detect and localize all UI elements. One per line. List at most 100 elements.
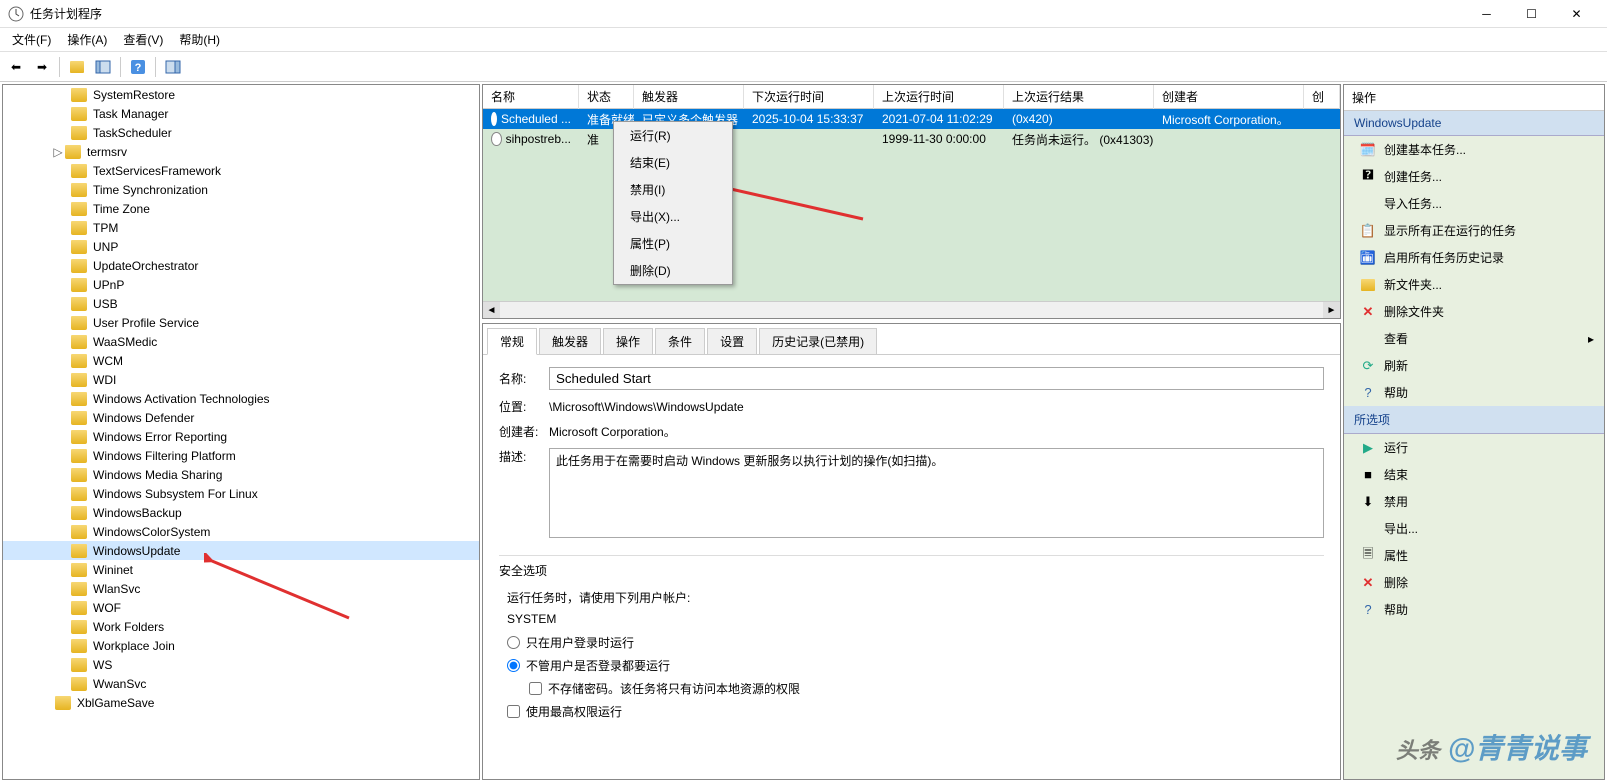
tree-item-termsrv[interactable]: ▷termsrv: [3, 142, 479, 161]
col-nextrun[interactable]: 下次运行时间: [744, 84, 874, 109]
tree-item-wdi[interactable]: WDI: [3, 370, 479, 389]
col-creator[interactable]: 创建者: [1154, 84, 1304, 109]
tab-conditions[interactable]: 条件: [655, 328, 705, 354]
context-menu-export[interactable]: 导出(X)...: [614, 203, 732, 230]
context-menu-disable[interactable]: 禁用(I): [614, 176, 732, 203]
tree-item-windows-filtering-platform[interactable]: Windows Filtering Platform: [3, 446, 479, 465]
tree-item-windowscolorsystem[interactable]: WindowsColorSystem: [3, 522, 479, 541]
horizontal-scrollbar[interactable]: ◄ ►: [483, 301, 1340, 318]
up-button[interactable]: [65, 55, 89, 79]
col-lastrun[interactable]: 上次运行时间: [874, 84, 1004, 109]
action-help-2[interactable]: ?帮助: [1344, 596, 1604, 623]
tree-item-windows-activation-technologies[interactable]: Windows Activation Technologies: [3, 389, 479, 408]
action-run[interactable]: ▶运行: [1344, 434, 1604, 461]
task-row[interactable]: sihpostreb... 准 1999-11-30 0:00:00 任务尚未运…: [483, 129, 1340, 149]
action-create-basic-task[interactable]: 🗓️创建基本任务...: [1344, 136, 1604, 163]
col-triggers[interactable]: 触发器: [634, 84, 744, 109]
task-name-input[interactable]: [549, 367, 1324, 390]
check-highest[interactable]: [507, 705, 520, 718]
menu-file[interactable]: 文件(F): [4, 29, 59, 50]
tree-item-work-folders[interactable]: Work Folders: [3, 617, 479, 636]
tree-item-windowsbackup[interactable]: WindowsBackup: [3, 503, 479, 522]
action-delete-folder[interactable]: ✕删除文件夹: [1344, 298, 1604, 325]
tree-item-windows-error-reporting[interactable]: Windows Error Reporting: [3, 427, 479, 446]
tree-item-task-manager[interactable]: Task Manager: [3, 104, 479, 123]
context-menu-run[interactable]: 运行(R): [614, 122, 732, 149]
action-end[interactable]: ■结束: [1344, 461, 1604, 488]
tree-item-time-synchronization[interactable]: Time Synchronization: [3, 180, 479, 199]
task-lastresult: 任务尚未运行。 (0x41303): [1004, 131, 1154, 148]
tab-actions[interactable]: 操作: [603, 328, 653, 354]
tree-item-wcm[interactable]: WCM: [3, 351, 479, 370]
check-no-store[interactable]: [529, 682, 542, 695]
task-location-value: \Microsoft\Windows\WindowsUpdate: [549, 400, 1324, 414]
action-refresh[interactable]: ⟳刷新: [1344, 352, 1604, 379]
tree-item-wininet[interactable]: Wininet: [3, 560, 479, 579]
tree-item-time-zone[interactable]: Time Zone: [3, 199, 479, 218]
scroll-right-button[interactable]: ►: [1323, 302, 1340, 319]
tree-item-updateorchestrator[interactable]: UpdateOrchestrator: [3, 256, 479, 275]
menu-action[interactable]: 操作(A): [59, 29, 115, 50]
label-name: 名称:: [499, 370, 549, 387]
tree-item-unp[interactable]: UNP: [3, 237, 479, 256]
tree-item-wwansvc[interactable]: WwanSvc: [3, 674, 479, 693]
tree-item-taskscheduler[interactable]: TaskScheduler: [3, 123, 479, 142]
tree-item-systemrestore[interactable]: SystemRestore: [3, 85, 479, 104]
radio-only-logged[interactable]: [507, 636, 520, 649]
back-button[interactable]: ⬅: [4, 55, 28, 79]
tree-item-xblgamesave[interactable]: XblGameSave: [3, 693, 479, 712]
col-status[interactable]: 状态: [579, 84, 634, 109]
tree-item-wof[interactable]: WOF: [3, 598, 479, 617]
maximize-button[interactable]: ☐: [1509, 0, 1554, 28]
help-button[interactable]: ?: [126, 55, 150, 79]
tree-item-windows-media-sharing[interactable]: Windows Media Sharing: [3, 465, 479, 484]
tree-item-windows-subsystem-for-linux[interactable]: Windows Subsystem For Linux: [3, 484, 479, 503]
menu-help[interactable]: 帮助(H): [171, 29, 228, 50]
tree-item-usb[interactable]: USB: [3, 294, 479, 313]
action-create-task[interactable]: 🯄创建任务...: [1344, 163, 1604, 190]
scroll-left-button[interactable]: ◄: [483, 302, 500, 319]
tree-item-user-profile-service[interactable]: User Profile Service: [3, 313, 479, 332]
action-enable-history[interactable]: 🛅启用所有任务历史记录: [1344, 244, 1604, 271]
tab-triggers[interactable]: 触发器: [539, 328, 601, 354]
col-name[interactable]: 名称: [483, 84, 579, 109]
action-export[interactable]: 导出...: [1344, 515, 1604, 542]
action-disable[interactable]: ⬇禁用: [1344, 488, 1604, 515]
tree-item-workplace-join[interactable]: Workplace Join: [3, 636, 479, 655]
tab-settings[interactable]: 设置: [707, 328, 757, 354]
context-menu-delete[interactable]: 删除(D): [614, 257, 732, 284]
action-delete[interactable]: ✕删除: [1344, 569, 1604, 596]
action-view[interactable]: 查看▸: [1344, 325, 1604, 352]
action-show-running[interactable]: 📋显示所有正在运行的任务: [1344, 217, 1604, 244]
tree-item-textservicesframework[interactable]: TextServicesFramework: [3, 161, 479, 180]
menu-view[interactable]: 查看(V): [115, 29, 171, 50]
close-button[interactable]: ✕: [1554, 0, 1599, 28]
task-row[interactable]: Scheduled ... 准备就绪 已定义多个触发器 2025-10-04 1…: [483, 109, 1340, 129]
minimize-button[interactable]: ─: [1464, 0, 1509, 28]
tree-item-windows-defender[interactable]: Windows Defender: [3, 408, 479, 427]
tree-item-waasmedic[interactable]: WaaSMedic: [3, 332, 479, 351]
tab-general[interactable]: 常规: [487, 328, 537, 355]
col-created[interactable]: 创: [1304, 84, 1340, 109]
col-lastresult[interactable]: 上次运行结果: [1004, 84, 1154, 109]
task-desc-input[interactable]: [549, 448, 1324, 538]
context-menu-properties[interactable]: 属性(P): [614, 230, 732, 257]
panel-button[interactable]: [91, 55, 115, 79]
action-import-task[interactable]: 导入任务...: [1344, 190, 1604, 217]
forward-button[interactable]: ➡: [30, 55, 54, 79]
preview-button[interactable]: [161, 55, 185, 79]
action-help[interactable]: ?帮助: [1344, 379, 1604, 406]
account-value: SYSTEM: [507, 612, 1324, 626]
tab-history[interactable]: 历史记录(已禁用): [759, 328, 877, 354]
tree-item-tpm[interactable]: TPM: [3, 218, 479, 237]
tree-item-windowsupdate[interactable]: WindowsUpdate: [3, 541, 479, 560]
action-new-folder[interactable]: 新文件夹...: [1344, 271, 1604, 298]
expand-icon[interactable]: ▷: [51, 145, 65, 159]
context-menu-end[interactable]: 结束(E): [614, 149, 732, 176]
tree-panel[interactable]: SystemRestoreTask ManagerTaskScheduler▷t…: [2, 84, 480, 780]
radio-not-logged[interactable]: [507, 659, 520, 672]
tree-item-upnp[interactable]: UPnP: [3, 275, 479, 294]
tree-item-ws[interactable]: WS: [3, 655, 479, 674]
action-properties[interactable]: 🗏属性: [1344, 542, 1604, 569]
tree-item-wlansvc[interactable]: WlanSvc: [3, 579, 479, 598]
